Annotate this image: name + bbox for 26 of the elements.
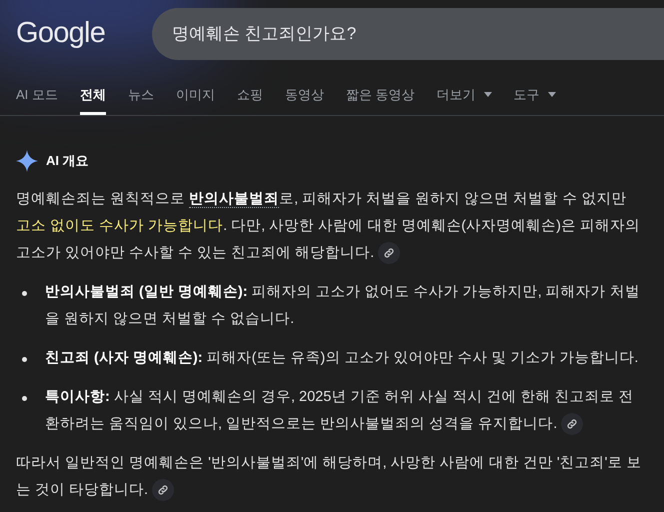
tab[interactable]: 쇼핑: [236, 84, 263, 115]
paragraph: 따라서 일반적인 명예훼손은 '반의사불벌죄'에 해당하며, 사망한 사람에 대한 건만 '친고죄'로 보는 것이 타당합니다.: [16, 450, 642, 504]
bullet-icon: [22, 291, 27, 296]
sparkle-icon: [16, 150, 38, 172]
tab[interactable]: AI 모드: [16, 84, 58, 115]
paragraph: 명예훼손죄는 원칙적으로 반의사불벌죄 로, 피해자가 처벌을 원하지 않으면 처벌할 수 없지만 고소 없이도 수사가 가능합니다. 다만, 사망한 사람에 대한 명예훼손(사자명예훼손)은 피해자의 고소가 있어야만 수사할 수 있는 친고죄에 해당합니다.: [16, 186, 642, 267]
list-item: 친고죄 (사자 명예훼손): 피해자(또는 유족)의 고소가 있어야만 수사 및 기소가 가능합니다.: [45, 349, 638, 368]
bullet-icon: [22, 396, 27, 401]
tab[interactable]: 뉴스: [128, 84, 154, 115]
bullet-icon: [22, 357, 27, 362]
link-button[interactable]: [378, 242, 400, 264]
tab[interactable]: 동영상: [284, 84, 324, 115]
list-item: 특이사항: 사실 적시 명예훼손의 경우, 2025년 기준 허위 사실 적시 건에 한해 친고죄로 전환하려는 움직임이 있으나, 일반적으로는 반의사불벌죄의 성격을 유지합니다.: [45, 384, 642, 438]
link-icon: [383, 247, 396, 260]
section-title: AI 개요: [46, 152, 89, 170]
list-item: 반의사불벌죄 (일반 명예훼손): 피해자의 고소가 없어도 수사가 가능하지만, 피해자가 처벌을 원하지 않으면 처벌할 수 없습니다.: [45, 283, 641, 329]
tab[interactable]: 더보기: [436, 84, 492, 115]
link-icon: [157, 484, 170, 496]
tab[interactable]: 짧은 동영상: [346, 84, 415, 115]
link-button[interactable]: [561, 413, 584, 436]
link-button[interactable]: [152, 479, 174, 502]
tab[interactable]: 전체: [80, 84, 106, 115]
tab[interactable]: 도구: [514, 84, 556, 115]
search-field[interactable]: 명예훼손 친고죄인가요?: [152, 8, 664, 60]
tab[interactable]: 이미지: [176, 84, 215, 115]
link-icon: [566, 418, 578, 430]
